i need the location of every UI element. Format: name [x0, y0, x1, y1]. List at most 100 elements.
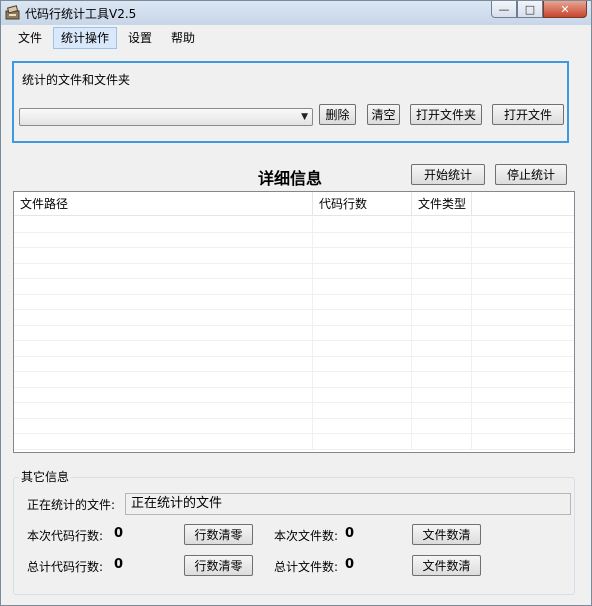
- stop-stats-button[interactable]: 停止统计: [495, 164, 567, 185]
- table-cell: [472, 326, 574, 341]
- table-cell: [412, 356, 472, 371]
- table-cell: [472, 372, 574, 387]
- table-cell: [14, 387, 313, 402]
- table-cell: [412, 217, 472, 232]
- chevron-down-icon[interactable]: ▼: [301, 112, 308, 122]
- other-info-group-label: 其它信息: [19, 468, 72, 485]
- minimize-button[interactable]: —: [491, 1, 517, 18]
- table-row[interactable]: [14, 217, 574, 233]
- total-lines-label: 总计代码行数:: [27, 560, 104, 574]
- table-cell: [14, 248, 313, 263]
- table-cell: [412, 403, 472, 418]
- close-button[interactable]: ✕: [543, 1, 587, 18]
- this-files-value: 0: [345, 526, 355, 541]
- menu-bar: 文件 统计操作 设置 帮助: [2, 25, 590, 51]
- path-combo-box[interactable]: ▼: [19, 108, 313, 126]
- table-cell: [412, 387, 472, 402]
- menu-file[interactable]: 文件: [10, 27, 50, 49]
- table-cell: [412, 372, 472, 387]
- column-header-lines[interactable]: 代码行数: [313, 192, 412, 216]
- table-cell: [14, 263, 313, 278]
- this-lines-label: 本次代码行数:: [27, 529, 104, 543]
- table-row[interactable]: [14, 403, 574, 419]
- current-file-label: 正在统计的文件:: [27, 498, 116, 512]
- table-row[interactable]: [14, 356, 574, 372]
- start-stats-button[interactable]: 开始统计: [411, 164, 485, 185]
- reset-files-button[interactable]: 文件数清: [412, 524, 481, 545]
- detail-title: 详细信息: [258, 169, 323, 188]
- table-cell: [14, 372, 313, 387]
- table-cell: [14, 310, 313, 325]
- table-cell: [313, 387, 412, 402]
- column-header-path[interactable]: 文件路径: [14, 192, 313, 216]
- table-cell: [313, 263, 412, 278]
- total-lines-value: 0: [114, 557, 124, 572]
- table-cell: [472, 279, 574, 294]
- table-cell: [472, 295, 574, 310]
- table-cell: [472, 248, 574, 263]
- table-cell: [412, 418, 472, 433]
- table-cell: [14, 403, 313, 418]
- table-row[interactable]: [14, 387, 574, 403]
- table-cell: [313, 294, 412, 309]
- table-cell: [313, 403, 412, 418]
- maximize-button[interactable]: □: [517, 1, 543, 18]
- this-files-label: 本次文件数:: [274, 529, 339, 543]
- table-row[interactable]: [14, 325, 574, 341]
- table-cell: [14, 279, 313, 294]
- table-row[interactable]: [14, 279, 574, 295]
- table-body: [14, 217, 574, 450]
- table-cell: [313, 310, 412, 325]
- total-files-value: 0: [345, 557, 355, 572]
- table-cell: [472, 310, 574, 325]
- table-cell: [472, 233, 574, 248]
- table-cell: [14, 341, 313, 356]
- table-cell: [14, 418, 313, 433]
- reset-lines-button[interactable]: 行数清零: [184, 524, 253, 545]
- clear-button[interactable]: 清空: [367, 104, 400, 125]
- results-table[interactable]: 文件路径 代码行数 文件类型: [13, 191, 575, 453]
- window-controls: — □ ✕: [491, 1, 587, 19]
- table-cell: [14, 434, 313, 449]
- table-row[interactable]: [14, 232, 574, 248]
- stats-files-group: 统计的文件和文件夹 ▼: [12, 61, 569, 143]
- table-row[interactable]: [14, 310, 574, 326]
- menu-settings[interactable]: 设置: [120, 27, 160, 49]
- table-cell: [313, 434, 412, 449]
- table-cell: [472, 434, 574, 449]
- title-bar[interactable]: 代码行统计工具V2.5 — □ ✕: [1, 1, 591, 25]
- open-file-button[interactable]: 打开文件: [492, 104, 564, 125]
- open-folder-button[interactable]: 打开文件夹: [410, 104, 482, 125]
- app-window: 代码行统计工具V2.5 — □ ✕ 文件 统计操作 设置 帮助 统计的文件和文件…: [0, 0, 592, 606]
- table-cell: [313, 325, 412, 340]
- table-cell: [472, 403, 574, 418]
- table-row[interactable]: [14, 434, 574, 450]
- reset-total-lines-button[interactable]: 行数清零: [184, 555, 253, 576]
- reset-total-files-button[interactable]: 文件数清: [412, 555, 481, 576]
- column-header-type[interactable]: 文件类型: [412, 192, 472, 216]
- table-cell: [412, 294, 472, 309]
- table-row[interactable]: [14, 418, 574, 434]
- table-cell: [472, 388, 574, 403]
- table-cell: [14, 294, 313, 309]
- table-row[interactable]: [14, 294, 574, 310]
- table-cell: [472, 341, 574, 356]
- total-files-label: 总计文件数:: [274, 560, 339, 574]
- table-cell: [14, 325, 313, 340]
- table-row[interactable]: [14, 341, 574, 357]
- table-cell: [412, 263, 472, 278]
- column-header-empty[interactable]: [472, 192, 574, 216]
- table-cell: [412, 279, 472, 294]
- table-cell: [412, 325, 472, 340]
- menu-statistics[interactable]: 统计操作: [53, 27, 118, 49]
- table-cell: [472, 419, 574, 434]
- table-row[interactable]: [14, 372, 574, 388]
- table-row[interactable]: [14, 263, 574, 279]
- delete-button[interactable]: 删除: [319, 104, 356, 125]
- table-row[interactable]: [14, 248, 574, 264]
- this-lines-value: 0: [114, 526, 124, 541]
- table-cell: [313, 217, 412, 232]
- table-cell: [472, 217, 574, 232]
- table-cell: [313, 341, 412, 356]
- menu-help[interactable]: 帮助: [163, 27, 203, 49]
